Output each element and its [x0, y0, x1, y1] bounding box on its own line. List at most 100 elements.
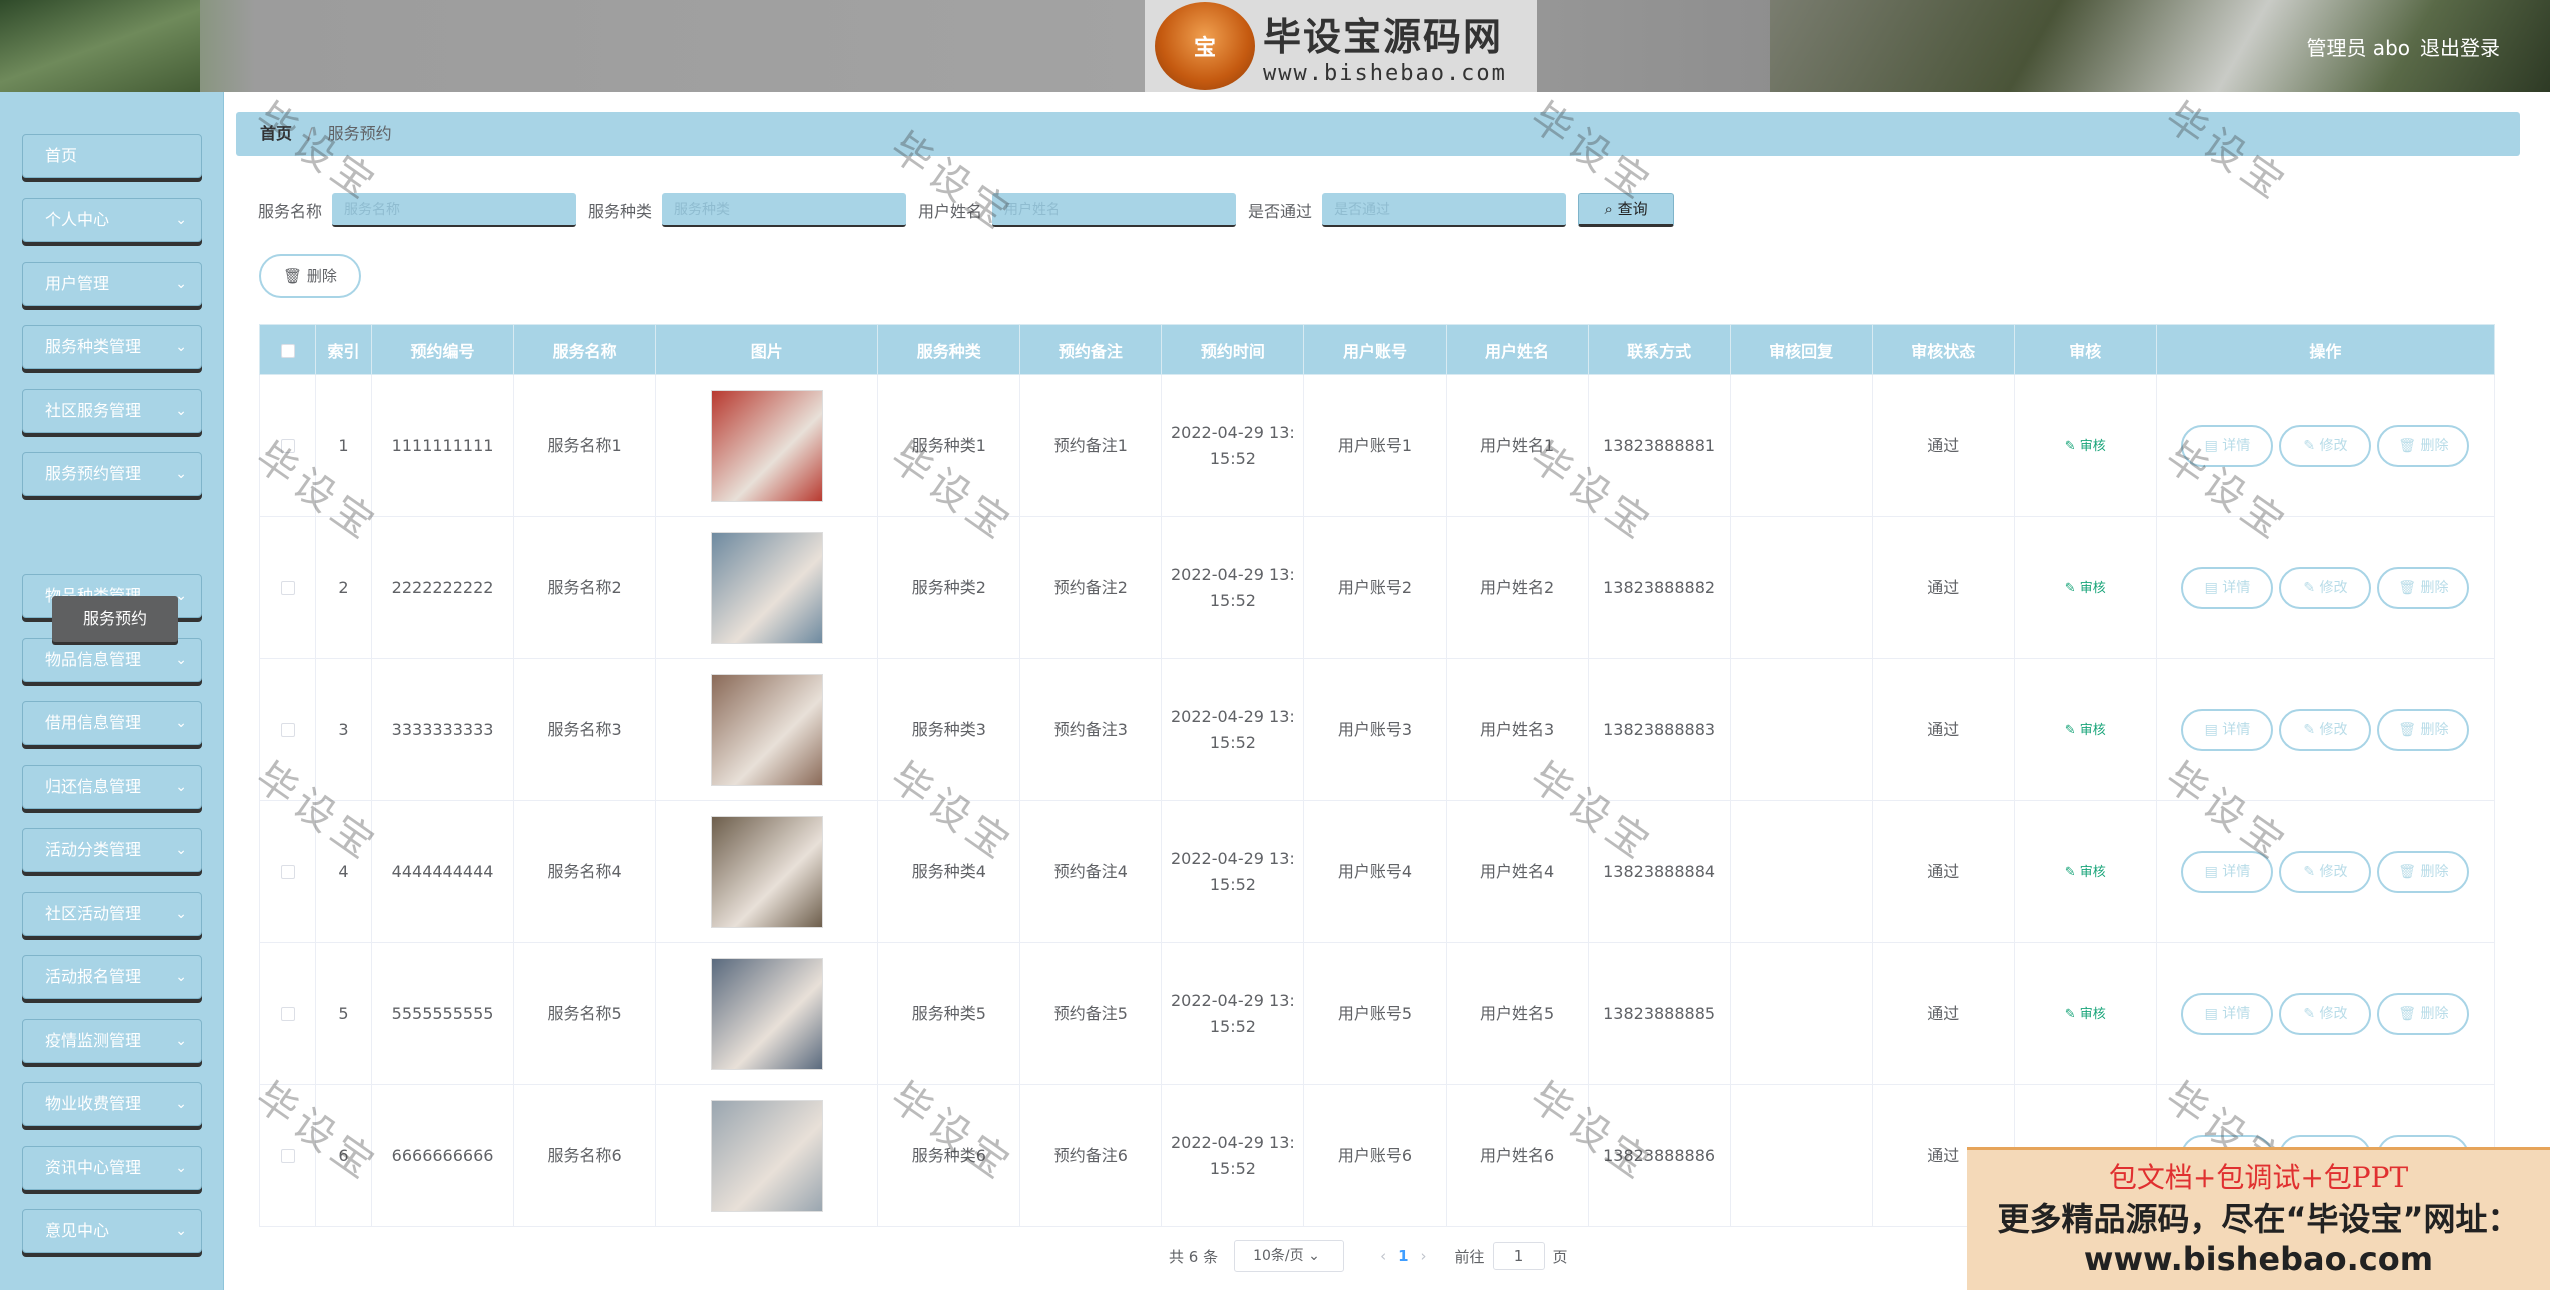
- detail-button[interactable]: ▤ 详情: [2181, 850, 2274, 893]
- delete-button[interactable]: 🗑 删除: [2377, 992, 2470, 1035]
- row-checkbox[interactable]: [280, 723, 295, 737]
- cell-reply: [1729, 516, 1873, 659]
- row-checkbox-cell[interactable]: [258, 1084, 317, 1227]
- sidebar-item-label: 物业收费管理: [45, 1094, 142, 1113]
- service-photo[interactable]: [710, 1099, 823, 1212]
- audit-link[interactable]: ✎ 审核: [2065, 439, 2106, 454]
- current-page[interactable]: 1: [1398, 1247, 1408, 1265]
- edit-button[interactable]: ✎ 修改: [2279, 424, 2372, 467]
- audit-link[interactable]: ✎ 审核: [2065, 865, 2106, 880]
- service-name-label: 服务名称: [258, 202, 323, 221]
- detail-button[interactable]: ▤ 详情: [2181, 424, 2274, 467]
- ad-banner[interactable]: 包文档+包调试+包PPT 更多精品源码，尽在“毕设宝”网址： www.bishe…: [1967, 1147, 2550, 1290]
- row-checkbox[interactable]: [280, 581, 295, 595]
- chevron-down-icon: ⌄: [175, 212, 187, 228]
- cell-status: 通过: [1871, 942, 2015, 1085]
- sidebar-item[interactable]: 物业收费管理 ⌄: [22, 1082, 202, 1126]
- row-checkbox-cell[interactable]: [258, 516, 317, 659]
- cell-reply: [1729, 374, 1873, 517]
- cell-code: 4444444444: [371, 800, 515, 943]
- row-checkbox[interactable]: [280, 1007, 295, 1021]
- cell-service-name: 服务名称2: [513, 516, 657, 659]
- edit-button[interactable]: ✎ 修改: [2279, 850, 2372, 893]
- detail-button[interactable]: ▤ 详情: [2181, 708, 2274, 751]
- cell-account: 用户账号4: [1303, 800, 1447, 943]
- audit-link[interactable]: ✎ 审核: [2065, 723, 2106, 738]
- sidebar-item[interactable]: 个人中心 ⌄: [22, 198, 202, 242]
- edit-button[interactable]: ✎ 修改: [2279, 566, 2372, 609]
- logout-link[interactable]: 退出登录: [2420, 32, 2500, 61]
- sidebar-item-label: 用户管理: [45, 274, 110, 293]
- batch-delete-button[interactable]: 🗑 删除: [259, 254, 361, 298]
- edit-button[interactable]: ✎ 修改: [2279, 708, 2372, 751]
- sidebar-item[interactable]: 服务预约管理 ⌄: [22, 452, 202, 496]
- audit-label: 审核: [2079, 580, 2106, 596]
- column-header: 预约时间: [1161, 324, 1305, 375]
- service-photo[interactable]: [710, 389, 823, 502]
- goto-page-input[interactable]: 1: [1492, 1242, 1545, 1270]
- service-photo[interactable]: [710, 815, 823, 928]
- approved-input[interactable]: 是否通过: [1322, 193, 1567, 227]
- delete-button[interactable]: 🗑 删除: [2377, 424, 2470, 467]
- sidebar-item[interactable]: 资讯中心管理 ⌄: [22, 1146, 202, 1190]
- sidebar-item[interactable]: 借用信息管理 ⌄: [22, 701, 202, 745]
- cell-actions: ▤ 详情✎ 修改🗑 删除: [2155, 800, 2496, 943]
- row-checkbox-cell[interactable]: [258, 374, 317, 517]
- cell-code: 2222222222: [371, 516, 515, 659]
- sidebar-item[interactable]: 首页: [22, 134, 202, 178]
- select-all-checkbox[interactable]: [280, 343, 295, 358]
- service-photo[interactable]: [710, 673, 823, 786]
- cell-actions: ▤ 详情✎ 修改🗑 删除: [2155, 942, 2496, 1085]
- row-checkbox-cell[interactable]: [258, 942, 317, 1085]
- sidebar-item[interactable]: 用户管理 ⌄: [22, 262, 202, 306]
- row-checkbox-cell[interactable]: [258, 800, 317, 943]
- edit-icon: ✎: [2064, 864, 2080, 880]
- cell-image: [655, 800, 879, 943]
- delete-button-label: 删除: [2420, 437, 2449, 454]
- page-size-select[interactable]: 10条/页 ⌄: [1234, 1240, 1345, 1272]
- edit-button[interactable]: ✎ 修改: [2279, 992, 2372, 1035]
- audit-link[interactable]: ✎ 审核: [2065, 1007, 2106, 1022]
- detail-icon: ▤: [2204, 863, 2223, 880]
- sidebar-item[interactable]: 物品信息管理 ⌄: [22, 638, 202, 682]
- chevron-down-icon: ⌄: [175, 842, 187, 858]
- service-photo[interactable]: [710, 531, 823, 644]
- next-page-icon[interactable]: ›: [1421, 1247, 1427, 1265]
- delete-button[interactable]: 🗑 删除: [2377, 850, 2470, 893]
- service-type-input[interactable]: 服务种类: [662, 193, 907, 227]
- detail-button[interactable]: ▤ 详情: [2181, 992, 2274, 1035]
- sidebar-item-label: 服务预约管理: [45, 464, 142, 483]
- breadcrumb-home[interactable]: 首页: [260, 124, 292, 143]
- row-checkbox[interactable]: [280, 439, 295, 453]
- sidebar-item[interactable]: 社区服务管理 ⌄: [22, 389, 202, 433]
- sidebar-item[interactable]: 服务种类管理 ⌄: [22, 325, 202, 369]
- audit-link[interactable]: ✎ 审核: [2065, 581, 2106, 596]
- row-checkbox[interactable]: [280, 865, 295, 879]
- prev-page-icon[interactable]: ‹: [1380, 1247, 1386, 1265]
- sidebar-subitem-active[interactable]: 服务预约: [52, 596, 178, 642]
- row-checkbox-cell[interactable]: [258, 658, 317, 801]
- edit-icon: ✎: [2303, 579, 2320, 596]
- edit-icon: ✎: [2303, 1005, 2320, 1022]
- detail-button[interactable]: ▤ 详情: [2181, 566, 2274, 609]
- cell-actions: ▤ 详情✎ 修改🗑 删除: [2155, 658, 2496, 801]
- service-name-input[interactable]: 服务名称: [332, 193, 577, 227]
- sidebar-item-label: 个人中心: [45, 210, 110, 229]
- edit-icon: ✎: [2303, 721, 2320, 738]
- sidebar-item[interactable]: 活动分类管理 ⌄: [22, 828, 202, 872]
- query-button[interactable]: ⌕ 查询: [1578, 193, 1675, 227]
- sidebar-item[interactable]: 疫情监测管理 ⌄: [22, 1019, 202, 1063]
- delete-button[interactable]: 🗑 删除: [2377, 708, 2470, 751]
- service-photo[interactable]: [710, 957, 823, 1070]
- sidebar-item[interactable]: 意见中心 ⌄: [22, 1209, 202, 1253]
- cell-index: 2: [315, 516, 373, 659]
- sidebar-item[interactable]: 活动报名管理 ⌄: [22, 955, 202, 999]
- column-header[interactable]: [258, 324, 317, 375]
- chevron-down-icon: ⌄: [175, 969, 187, 985]
- row-checkbox[interactable]: [280, 1149, 295, 1163]
- sidebar-item[interactable]: 归还信息管理 ⌄: [22, 765, 202, 809]
- delete-button[interactable]: 🗑 删除: [2377, 566, 2470, 609]
- sidebar-item[interactable]: 社区活动管理 ⌄: [22, 892, 202, 936]
- user-name-input[interactable]: 用户姓名: [992, 193, 1237, 227]
- chevron-down-icon: ⌄: [175, 779, 187, 795]
